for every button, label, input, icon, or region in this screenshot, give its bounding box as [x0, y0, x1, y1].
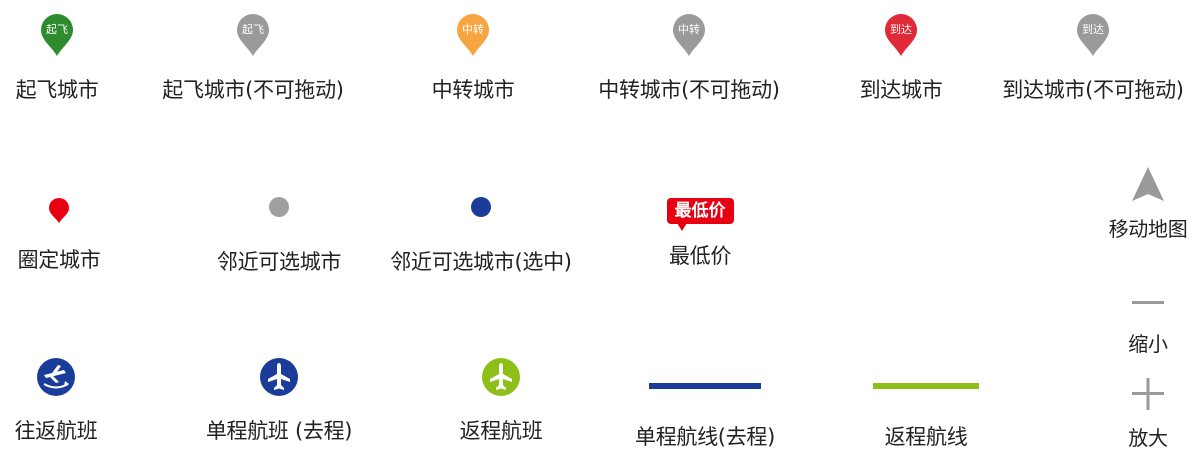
map-legend: { "row1": [ {"pin_text":"起飞","label":"起飞…: [0, 0, 1200, 455]
map-pin-icon: 起飞: [236, 14, 270, 58]
legend-arrival-city-locked: 到达 到达城市(不可拖动): [990, 14, 1196, 104]
move-map-label: 移动地图: [1108, 217, 1188, 241]
legend-return-flight: 返程航班: [446, 357, 556, 445]
arrow-up-icon[interactable]: [1131, 167, 1165, 205]
badge-text: 最低价: [666, 198, 734, 224]
legend-label: 返程航班: [459, 419, 543, 443]
legend-label: 往返航班: [14, 419, 98, 443]
map-pin-icon: 到达: [1076, 14, 1110, 58]
legend-label: 最低价: [668, 244, 732, 268]
legend-label: 圈定城市: [17, 248, 101, 272]
legend-label: 返程航线: [884, 425, 968, 449]
legend-label: 单程航班 (去程): [205, 419, 353, 443]
legend-label: 中转城市(不可拖动): [598, 78, 780, 102]
legend-label: 到达城市(不可拖动): [1002, 78, 1184, 102]
legend-one-way-route: 单程航线(去程): [626, 383, 784, 451]
pin-text: 中转: [678, 23, 700, 36]
pin-text: 中转: [462, 23, 484, 36]
route-line: [649, 383, 761, 389]
plus-icon[interactable]: [1132, 378, 1164, 414]
map-pin-icon: 中转: [672, 14, 706, 58]
small-pin-icon: [49, 198, 69, 224]
zoom-in-control[interactable]: 放大: [1110, 378, 1186, 451]
legend-one-way-flight: 单程航班 (去程): [194, 357, 364, 445]
legend-transfer-city-locked: 中转 中转城市(不可拖动): [586, 14, 792, 104]
round-trip-plane-icon: [36, 357, 76, 401]
legend-label: 邻近可选城市: [216, 250, 342, 274]
legend-label: 起飞城市(不可拖动): [162, 78, 344, 102]
legend-nearby-city-selected: 邻近可选城市(选中): [388, 196, 574, 276]
legend-departure-city: 起飞 起飞城市: [16, 14, 99, 104]
zoom-out-label: 缩小: [1128, 332, 1168, 356]
map-pin-icon: 起飞: [40, 14, 74, 58]
dot-icon: [268, 196, 290, 222]
legend-round-trip-flight: 往返航班: [6, 357, 106, 445]
legend-label: 中转城市: [431, 78, 515, 102]
minus-icon[interactable]: [1132, 291, 1164, 310]
legend-transfer-city: 中转 中转城市: [418, 14, 528, 104]
pin-text: 到达: [890, 23, 912, 36]
zoom-out-control[interactable]: 缩小: [1110, 291, 1186, 357]
legend-label: 起飞城市: [15, 78, 99, 102]
zoom-in-label: 放大: [1128, 426, 1168, 450]
legend-label: 单程航线(去程): [635, 425, 775, 449]
dot-icon: [470, 196, 492, 222]
map-pin-icon: 到达: [884, 14, 918, 58]
pin-text: 到达: [1082, 23, 1104, 36]
legend-nearby-city: 邻近可选城市: [196, 196, 362, 276]
plane-icon: [259, 357, 299, 401]
legend-departure-city-locked: 起飞 起飞城市(不可拖动): [150, 14, 356, 104]
badge-tail: [676, 223, 687, 231]
plane-icon: [481, 357, 521, 401]
pin-text: 起飞: [242, 23, 264, 36]
legend-return-route: 返程航线: [866, 383, 986, 451]
lowest-price-badge: 最低价: [666, 198, 734, 231]
move-map-control[interactable]: 移动地图: [1096, 167, 1200, 242]
legend-label: 到达城市: [859, 78, 943, 102]
route-line: [873, 383, 979, 389]
map-pin-icon: 中转: [456, 14, 490, 58]
legend-arrival-city: 到达 到达城市: [846, 14, 956, 104]
legend-label: 邻近可选城市(选中): [390, 250, 572, 274]
pin-text: 起飞: [46, 23, 68, 36]
legend-circled-city: 圈定城市: [8, 198, 110, 274]
legend-lowest-price: 最低价 最低价: [650, 198, 750, 270]
